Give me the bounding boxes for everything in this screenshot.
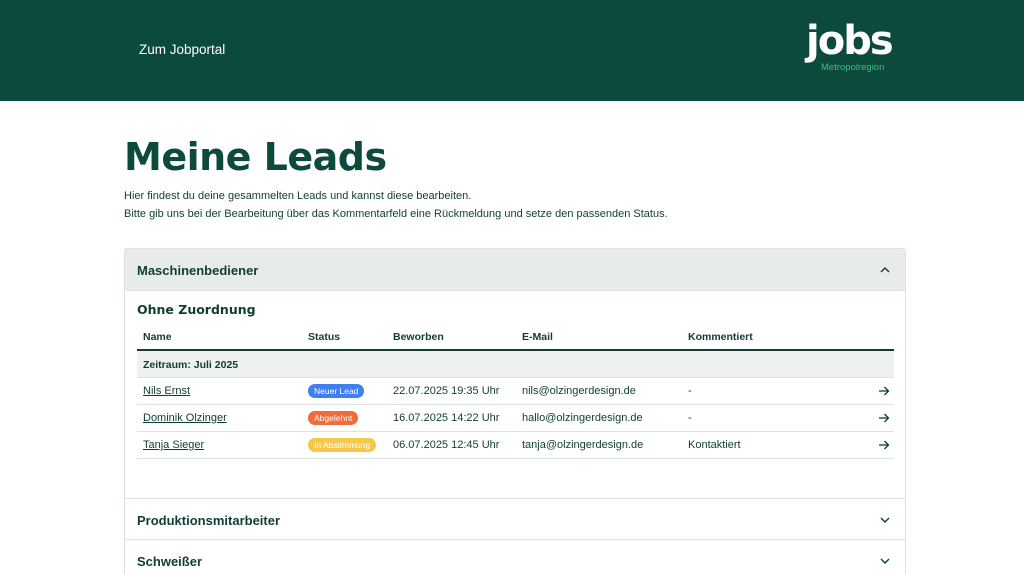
email: hallo@olzingerdesign.de (522, 412, 643, 424)
comment: - (688, 385, 692, 397)
table-row[interactable]: Tanja Sieger In Abstimmung 06.07.2025 12… (137, 432, 894, 459)
leads-accordion: Maschinenbediener Ohne Zuordnung Name St… (124, 248, 906, 574)
accordion-header-schweisser[interactable]: Schweißer (125, 540, 905, 574)
accordion-title: Schweißer (137, 554, 203, 569)
column-header-email: E-Mail (522, 331, 553, 343)
chevron-down-icon[interactable] (879, 514, 891, 526)
table-header: Name Status Beworben E-Mail Kommentiert (137, 327, 894, 351)
column-header-status: Status (308, 331, 341, 343)
page-intro: Hier findest du deine gesammelten Leads … (124, 187, 668, 223)
column-header-name: Name (143, 331, 172, 343)
period-label: Zeitraum: Juli 2025 (143, 359, 239, 371)
email: tanja@olzingerdesign.de (522, 439, 644, 451)
arrow-right-icon[interactable] (878, 385, 890, 397)
accordion-header-produktionsmitarbeiter[interactable]: Produktionsmitarbeiter (125, 499, 905, 540)
accordion-title: Produktionsmitarbeiter (137, 513, 281, 528)
site-header: Zum Jobportal jobs Metropolregion (0, 0, 1024, 101)
intro-line-1: Hier findest du deine gesammelten Leads … (124, 190, 472, 202)
table-row[interactable]: Nils Ernst Neuer Lead 22.07.2025 19:35 U… (137, 378, 894, 405)
job-portal-link[interactable]: Zum Jobportal (139, 42, 225, 57)
comment: - (688, 412, 692, 424)
chevron-up-icon[interactable] (879, 264, 891, 276)
lead-name-link[interactable]: Tanja Sieger (143, 439, 204, 451)
table-row[interactable]: Dominik Olzinger Abgelehnt 16.07.2025 14… (137, 405, 894, 432)
column-header-applied: Beworben (393, 331, 444, 343)
comment: Kontaktiert (688, 439, 741, 451)
accordion-body-maschinenbediener: Ohne Zuordnung Name Status Beworben E-Ma… (125, 291, 905, 499)
arrow-right-icon[interactable] (878, 439, 890, 451)
jobs-logo[interactable]: jobs Metropolregion (806, 18, 901, 76)
accordion-title: Maschinenbediener (137, 263, 259, 278)
column-header-comment: Kommentiert (688, 331, 753, 343)
applied-date: 06.07.2025 12:45 Uhr (393, 439, 500, 451)
accordion-header-maschinenbediener[interactable]: Maschinenbediener (125, 249, 905, 291)
lead-name-link[interactable]: Nils Ernst (143, 385, 190, 397)
applied-date: 22.07.2025 19:35 Uhr (393, 385, 500, 397)
email: nils@olzingerdesign.de (522, 385, 636, 397)
intro-line-2: Bitte gib uns bei der Bearbeitung über d… (124, 208, 668, 220)
logo-word: jobs (806, 18, 894, 64)
period-row: Zeitraum: Juli 2025 (137, 351, 894, 378)
status-badge: Neuer Lead (308, 384, 365, 398)
chevron-down-icon[interactable] (879, 555, 891, 567)
lead-name-link[interactable]: Dominik Olzinger (143, 412, 227, 424)
logo-subtitle: Metropolregion (821, 62, 885, 73)
status-badge: In Abstimmung (308, 438, 377, 452)
status-badge: Abgelehnt (308, 411, 359, 425)
group-title: Ohne Zuordnung (137, 302, 256, 317)
applied-date: 16.07.2025 14:22 Uhr (393, 412, 500, 424)
page-title: Meine Leads (124, 135, 387, 179)
arrow-right-icon[interactable] (878, 412, 890, 424)
